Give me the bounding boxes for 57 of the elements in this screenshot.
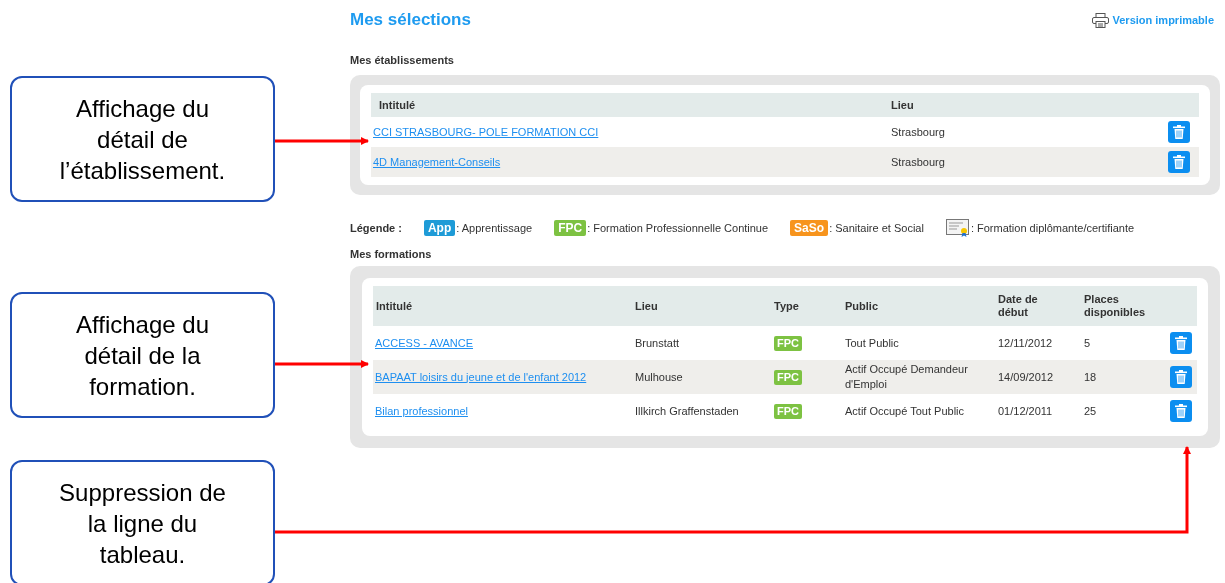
table-cell-text: Mulhouse (635, 369, 684, 385)
printer-icon (1091, 12, 1109, 28)
type-badge: FPC (774, 369, 802, 385)
delete-button[interactable] (1168, 151, 1190, 173)
column-header: Places disponibles (1084, 293, 1147, 319)
table-cell-text: 14/09/2012 (998, 369, 1055, 385)
legend-text: : Sanitaire et Social (829, 220, 924, 236)
table-cell-text: Actif Occupé Tout Public (845, 403, 966, 419)
trash-icon (1173, 125, 1185, 139)
column-header: Lieu (635, 299, 659, 313)
column-header: Intitulé (375, 299, 414, 313)
table-link[interactable]: Bilan professionnel (375, 404, 468, 417)
legend-badge: FPC (554, 220, 587, 236)
certificate-icon (945, 219, 970, 237)
column-header: Intitulé (378, 97, 417, 113)
callout-text: Affichage du détail de la formation. (76, 309, 209, 402)
trash-icon (1175, 336, 1187, 350)
section-heading: Mes formations (350, 247, 433, 260)
trash-icon (1173, 155, 1185, 169)
type-badge: FPC (774, 403, 802, 419)
callout-text: Affichage du détail de l’établissement. (59, 93, 226, 186)
table-cell-text: Strasbourg (891, 124, 946, 140)
table-cell-text: Brunstatt (635, 335, 681, 351)
table-cell-text: Illkirch Graffenstaden (635, 403, 740, 419)
section-heading: Mes établissements (350, 53, 455, 66)
legend-text: : Formation diplômante/certifiante (970, 220, 1135, 236)
delete-button[interactable] (1170, 332, 1192, 354)
column-header: Type (774, 299, 800, 313)
table-link[interactable]: ACCESS - AVANCE (375, 336, 473, 349)
table-cell-text: 5 (1084, 335, 1092, 351)
delete-button[interactable] (1170, 366, 1192, 388)
column-header: Public (845, 299, 879, 313)
delete-button[interactable] (1168, 121, 1190, 143)
column-header: Date de début (998, 293, 1039, 319)
legend-badge: SaSo (790, 220, 829, 236)
table-link[interactable]: CCI STRASBOURG- POLE FORMATION CCI (373, 125, 599, 138)
legend-label: Légende : (350, 220, 402, 236)
trash-icon (1175, 404, 1187, 418)
column-header: Lieu (891, 97, 915, 113)
legend-text: : Formation Professionnelle Continue (587, 220, 769, 236)
page-title: Mes sélections (350, 9, 471, 32)
delete-button[interactable] (1170, 400, 1192, 422)
type-badge: FPC (774, 335, 802, 351)
table-cell-text: Tout Public (845, 335, 900, 351)
table-cell-text: 01/12/2011 (998, 403, 1054, 419)
table-cell-text: 18 (1084, 369, 1098, 385)
callout-text: Suppression de la ligne du tableau. (59, 477, 226, 570)
table-cell-text: 25 (1084, 403, 1098, 419)
print-link[interactable]: Version imprimable (1091, 11, 1214, 29)
table-cell-text: 12/11/2012 (998, 335, 1054, 351)
table-link[interactable]: BAPAAT loisirs du jeune et de l'enfant 2012 (375, 370, 587, 383)
trash-icon (1175, 370, 1187, 384)
table-cell-text: Strasbourg (891, 154, 946, 170)
table-cell-text: Actif Occupé Demandeur d'Emploi (845, 362, 969, 392)
legend-text: : Apprentissage (456, 220, 533, 236)
legend-badge: App (423, 220, 456, 236)
table-link[interactable]: 4D Management-Conseils (373, 155, 501, 168)
